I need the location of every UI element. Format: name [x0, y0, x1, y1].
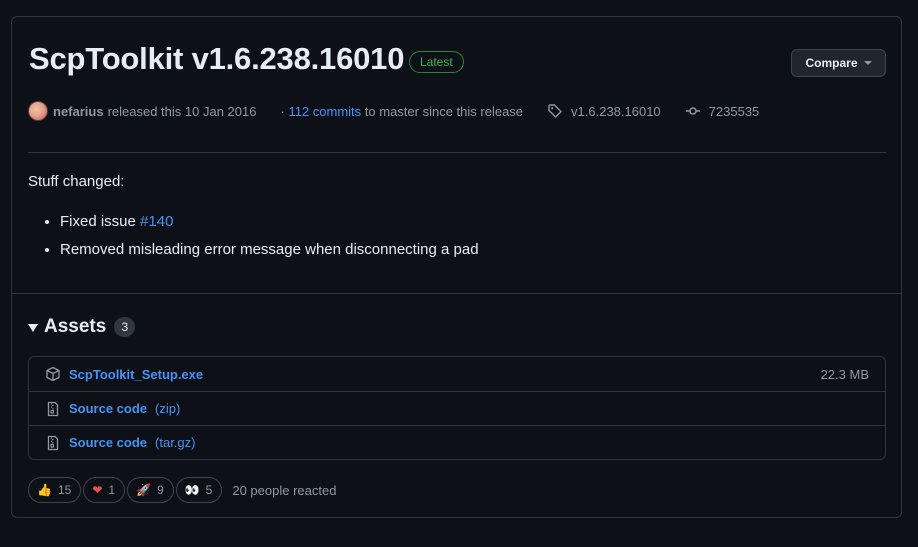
note-text: Fixed issue [60, 213, 141, 230]
tag-icon [548, 104, 562, 118]
commits-dot: · [280, 103, 285, 119]
reactions-summary[interactable]: 20 people reacted [232, 483, 336, 498]
git-commit-icon [685, 107, 700, 115]
chevron-down-icon [863, 61, 872, 65]
list-item: Removed misleading error message when di… [60, 237, 479, 265]
release-meta: nefarius released this 10 Jan 2016 · 112… [28, 100, 759, 122]
eyes-icon: 👀 [184, 483, 200, 497]
commits-info: · 112 commits to master since this relea… [280, 104, 523, 119]
reaction-count: 1 [108, 483, 116, 497]
assets-toggle[interactable]: Assets 3 [28, 316, 136, 338]
commits-suffix: to master since this release [364, 103, 524, 119]
commit-sha: 7235535 [708, 103, 760, 119]
tag-link[interactable]: v1.6.238.16010 [547, 103, 661, 119]
asset-extension[interactable]: (tar.gz) [155, 435, 195, 450]
reaction-count: 9 [157, 483, 164, 497]
commit-link[interactable]: 7235535 [685, 103, 760, 119]
author-link[interactable]: nefarius [53, 104, 104, 119]
file-zip-icon [45, 435, 61, 451]
rocket-icon: 🚀 [136, 483, 152, 497]
asset-row-setup-exe[interactable]: ScpToolkit_Setup.exe 22.3 MB [29, 357, 885, 391]
issue-link[interactable]: #140 [140, 213, 173, 230]
list-item: Fixed issue #140 [60, 209, 479, 237]
divider [12, 293, 901, 294]
file-zip-icon [45, 401, 61, 417]
assets-title: Assets [44, 316, 107, 337]
reaction-thumbs-up[interactable]: 👍 15 [28, 477, 82, 503]
package-icon [45, 366, 61, 382]
tag-name: v1.6.238.16010 [571, 103, 661, 119]
reaction-count: 5 [205, 483, 213, 497]
release-card: ScpToolkit v1.6.238.16010 Latest Compare… [11, 16, 902, 518]
triangle-down-icon [28, 324, 38, 332]
asset-row-source-targz[interactable]: Source code (tar.gz) [29, 425, 885, 459]
compare-button[interactable]: Compare [791, 49, 886, 77]
assets-list: ScpToolkit_Setup.exe 22.3 MB Source code… [28, 356, 886, 460]
reaction-rocket[interactable]: 🚀 9 [127, 477, 174, 503]
reaction-eyes[interactable]: 👀 5 [175, 477, 223, 503]
reaction-heart[interactable]: ❤ 1 [83, 477, 126, 503]
asset-name[interactable]: Source code [69, 435, 147, 450]
commits-link[interactable]: 112 commits [288, 104, 361, 119]
note-text: Removed misleading error message when di… [60, 241, 479, 258]
thumbs-up-icon: 👍 [37, 483, 52, 497]
asset-name[interactable]: Source code [69, 401, 147, 416]
divider [28, 152, 886, 153]
reactions-bar: 👍 15 ❤ 1 🚀 9 👀 5 20 people reacted [28, 477, 336, 503]
heart-icon: ❤ [92, 483, 103, 497]
asset-extension[interactable]: (zip) [155, 401, 180, 416]
released-text: released this 10 Jan 2016 [107, 103, 257, 119]
avatar[interactable] [28, 101, 48, 121]
reaction-count: 15 [57, 483, 72, 497]
asset-name[interactable]: ScpToolkit_Setup.exe [69, 367, 203, 382]
release-title[interactable]: ScpToolkit v1.6.238.16010 [29, 41, 404, 77]
release-notes-list: Fixed issue #140 Removed misleading erro… [28, 209, 479, 265]
asset-row-source-zip[interactable]: Source code (zip) [29, 391, 885, 425]
asset-size: 22.3 MB [820, 366, 869, 382]
release-notes-heading: Stuff changed: [28, 173, 125, 190]
latest-badge: Latest [409, 51, 464, 73]
compare-label: Compare [805, 56, 858, 70]
assets-count-badge: 3 [114, 317, 136, 337]
